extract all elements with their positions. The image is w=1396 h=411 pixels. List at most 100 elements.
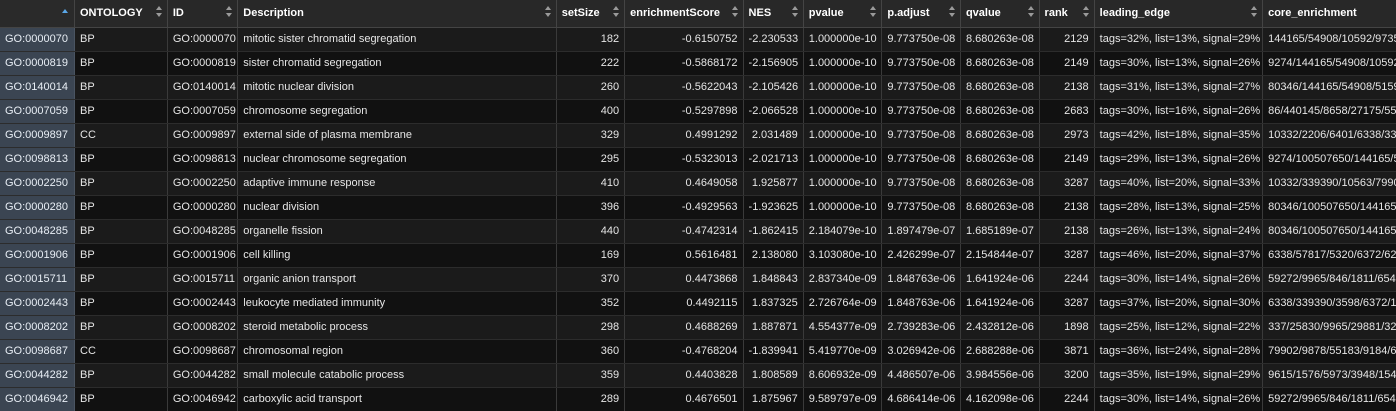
cell-pvalue: 1.000000e-10 <box>803 99 883 124</box>
cell-core_enrichment: 9615/1576/5973/3948/1543/2 <box>1262 363 1396 388</box>
cell-description: sister chromatid segregation <box>237 51 557 76</box>
column-header-label: core_enrichment <box>1268 7 1357 20</box>
cell-core_enrichment: 80346/100507650/144165/549 <box>1262 219 1396 244</box>
cell-pvalue: 8.606932e-09 <box>803 363 883 388</box>
row-name-cell: GO:0140014 <box>0 75 75 100</box>
column-header-ontology[interactable]: ONTOLOGY <box>74 0 168 28</box>
column-header-rank[interactable]: rank <box>1039 0 1095 28</box>
cell-rank: 3200 <box>1039 363 1095 388</box>
cell-setsize: 410 <box>556 171 626 196</box>
sort-updown-icon[interactable] <box>544 4 551 20</box>
sort-updown-icon[interactable] <box>1027 4 1034 20</box>
column-header-leading_edge[interactable]: leading_edge <box>1094 0 1264 28</box>
cell-id: GO:0098687 <box>167 339 239 364</box>
table-row[interactable]: GO:0098813 BP GO:0098813 nuclear chromosome… <box>0 147 1396 172</box>
cell-setsize: 400 <box>556 99 626 124</box>
row-name-cell: GO:0000070 <box>0 27 75 52</box>
cell-core_enrichment: 6338/57817/5320/6372/6283/ <box>1262 243 1396 268</box>
cell-padjust: 9.773750e-08 <box>881 27 961 52</box>
sort-updown-icon[interactable] <box>870 4 877 20</box>
cell-rank: 2138 <box>1039 195 1095 220</box>
cell-id: GO:0000280 <box>167 195 239 220</box>
cell-pvalue: 2.184079e-10 <box>803 219 883 244</box>
column-header-setsize[interactable]: setSize <box>556 0 626 28</box>
cell-rank: 2973 <box>1039 123 1095 148</box>
cell-enrichmentscore: 0.4473868 <box>624 267 744 292</box>
cell-qvalue: 1.641924e-06 <box>960 267 1040 292</box>
table-row[interactable]: GO:0140014 BP GO:0140014 mitotic nuclear di… <box>0 75 1396 100</box>
cell-nes: 1.808589 <box>743 363 804 388</box>
column-header-qvalue[interactable]: qvalue <box>960 0 1040 28</box>
cell-rank: 2149 <box>1039 51 1095 76</box>
cell-padjust: 4.486507e-06 <box>881 363 961 388</box>
cell-id: GO:0008202 <box>167 315 239 340</box>
cell-enrichmentscore: 0.4991292 <box>624 123 744 148</box>
cell-setsize: 329 <box>556 123 626 148</box>
column-header-nes[interactable]: NES <box>743 0 804 28</box>
cell-rank: 2138 <box>1039 75 1095 100</box>
table-row[interactable]: GO:0002443 BP GO:0002443 leukocyte mediated… <box>0 291 1396 316</box>
cell-enrichmentscore: -0.5323013 <box>624 147 744 172</box>
column-header-label: Description <box>243 7 304 20</box>
sort-asc-icon[interactable] <box>62 9 68 13</box>
table-row[interactable]: GO:0000280 BP GO:0000280 nuclear division 39… <box>0 195 1396 220</box>
cell-id: GO:0048285 <box>167 219 239 244</box>
sort-updown-icon[interactable] <box>1251 4 1258 20</box>
column-header-padjust[interactable]: p.adjust <box>881 0 961 28</box>
table-row[interactable]: GO:0007059 BP GO:0007059 chromosome segrega… <box>0 99 1396 124</box>
cell-description: nuclear chromosome segregation <box>237 147 557 172</box>
table-row[interactable]: GO:0008202 BP GO:0008202 steroid metabolic … <box>0 315 1396 340</box>
sort-updown-icon[interactable] <box>155 4 162 20</box>
cell-setsize: 260 <box>556 75 626 100</box>
column-header-pvalue[interactable]: pvalue <box>803 0 883 28</box>
table-row[interactable]: GO:0046942 BP GO:0046942 carboxylic acid tr… <box>0 387 1396 411</box>
cell-pvalue: 1.000000e-10 <box>803 75 883 100</box>
table-row[interactable]: GO:0002250 BP GO:0002250 adaptive immune re… <box>0 171 1396 196</box>
cell-rank: 3287 <box>1039 243 1095 268</box>
cell-leading_edge: tags=30%, list=14%, signal=26% <box>1094 267 1264 292</box>
table-row[interactable]: GO:0015711 BP GO:0015711 organic anion tran… <box>0 267 1396 292</box>
column-header-description[interactable]: Description <box>237 0 557 28</box>
cell-leading_edge: tags=30%, list=16%, signal=26% <box>1094 99 1264 124</box>
table-body: GO:0000070 BP GO:0000070 mitotic sister chr… <box>0 27 1396 411</box>
cell-id: GO:0007059 <box>167 99 239 124</box>
cell-setsize: 440 <box>556 219 626 244</box>
sort-updown-icon[interactable] <box>1082 4 1089 20</box>
data-table: ONTOLOGY ID Description setSize enrichmentSc… <box>0 0 1396 411</box>
row-name-cell: GO:0048285 <box>0 219 75 244</box>
column-header-id[interactable]: ID <box>167 0 239 28</box>
cell-qvalue: 8.680263e-08 <box>960 99 1040 124</box>
table-row[interactable]: GO:0001906 BP GO:0001906 cell killing 169 0.5… <box>0 243 1396 268</box>
cell-padjust: 1.848763e-06 <box>881 291 961 316</box>
sort-updown-icon[interactable] <box>613 4 620 20</box>
cell-enrichmentscore: 0.4492115 <box>624 291 744 316</box>
cell-id: GO:0046942 <box>167 387 239 411</box>
column-header-label: leading_edge <box>1099 7 1170 20</box>
sort-updown-icon[interactable] <box>948 4 955 20</box>
column-header-enrichmentscore[interactable]: enrichmentScore <box>624 0 744 28</box>
cell-setsize: 222 <box>556 51 626 76</box>
cell-rank: 2244 <box>1039 387 1095 411</box>
cell-setsize: 295 <box>556 147 626 172</box>
column-header-rownames[interactable] <box>0 0 75 28</box>
table-header: ONTOLOGY ID Description setSize enrichmentSc… <box>0 0 1396 28</box>
table-row[interactable]: GO:0098687 CC GO:0098687 chromosomal region… <box>0 339 1396 364</box>
cell-id: GO:0098813 <box>167 147 239 172</box>
cell-padjust: 9.773750e-08 <box>881 99 961 124</box>
cell-leading_edge: tags=28%, list=13%, signal=25% <box>1094 195 1264 220</box>
sort-updown-icon[interactable] <box>226 4 233 20</box>
table-row[interactable]: GO:0000819 BP GO:0000819 sister chromatid s… <box>0 51 1396 76</box>
table-row[interactable]: GO:0009897 CC GO:0009897 external side of p… <box>0 123 1396 148</box>
cell-enrichmentscore: -0.5868172 <box>624 51 744 76</box>
sort-updown-icon[interactable] <box>731 4 738 20</box>
cell-padjust: 9.773750e-08 <box>881 123 961 148</box>
cell-padjust: 2.739283e-06 <box>881 315 961 340</box>
sort-updown-icon[interactable] <box>791 4 798 20</box>
table-row[interactable]: GO:0000070 BP GO:0000070 mitotic sister chr… <box>0 27 1396 52</box>
cell-id: GO:0002250 <box>167 171 239 196</box>
cell-nes: -1.923625 <box>743 195 804 220</box>
table-row[interactable]: GO:0044282 BP GO:0044282 small molecule cat… <box>0 363 1396 388</box>
column-header-core_enrichment[interactable]: core_enrichment <box>1262 0 1396 28</box>
cell-setsize: 359 <box>556 363 626 388</box>
table-row[interactable]: GO:0048285 BP GO:0048285 organelle fission 4… <box>0 219 1396 244</box>
